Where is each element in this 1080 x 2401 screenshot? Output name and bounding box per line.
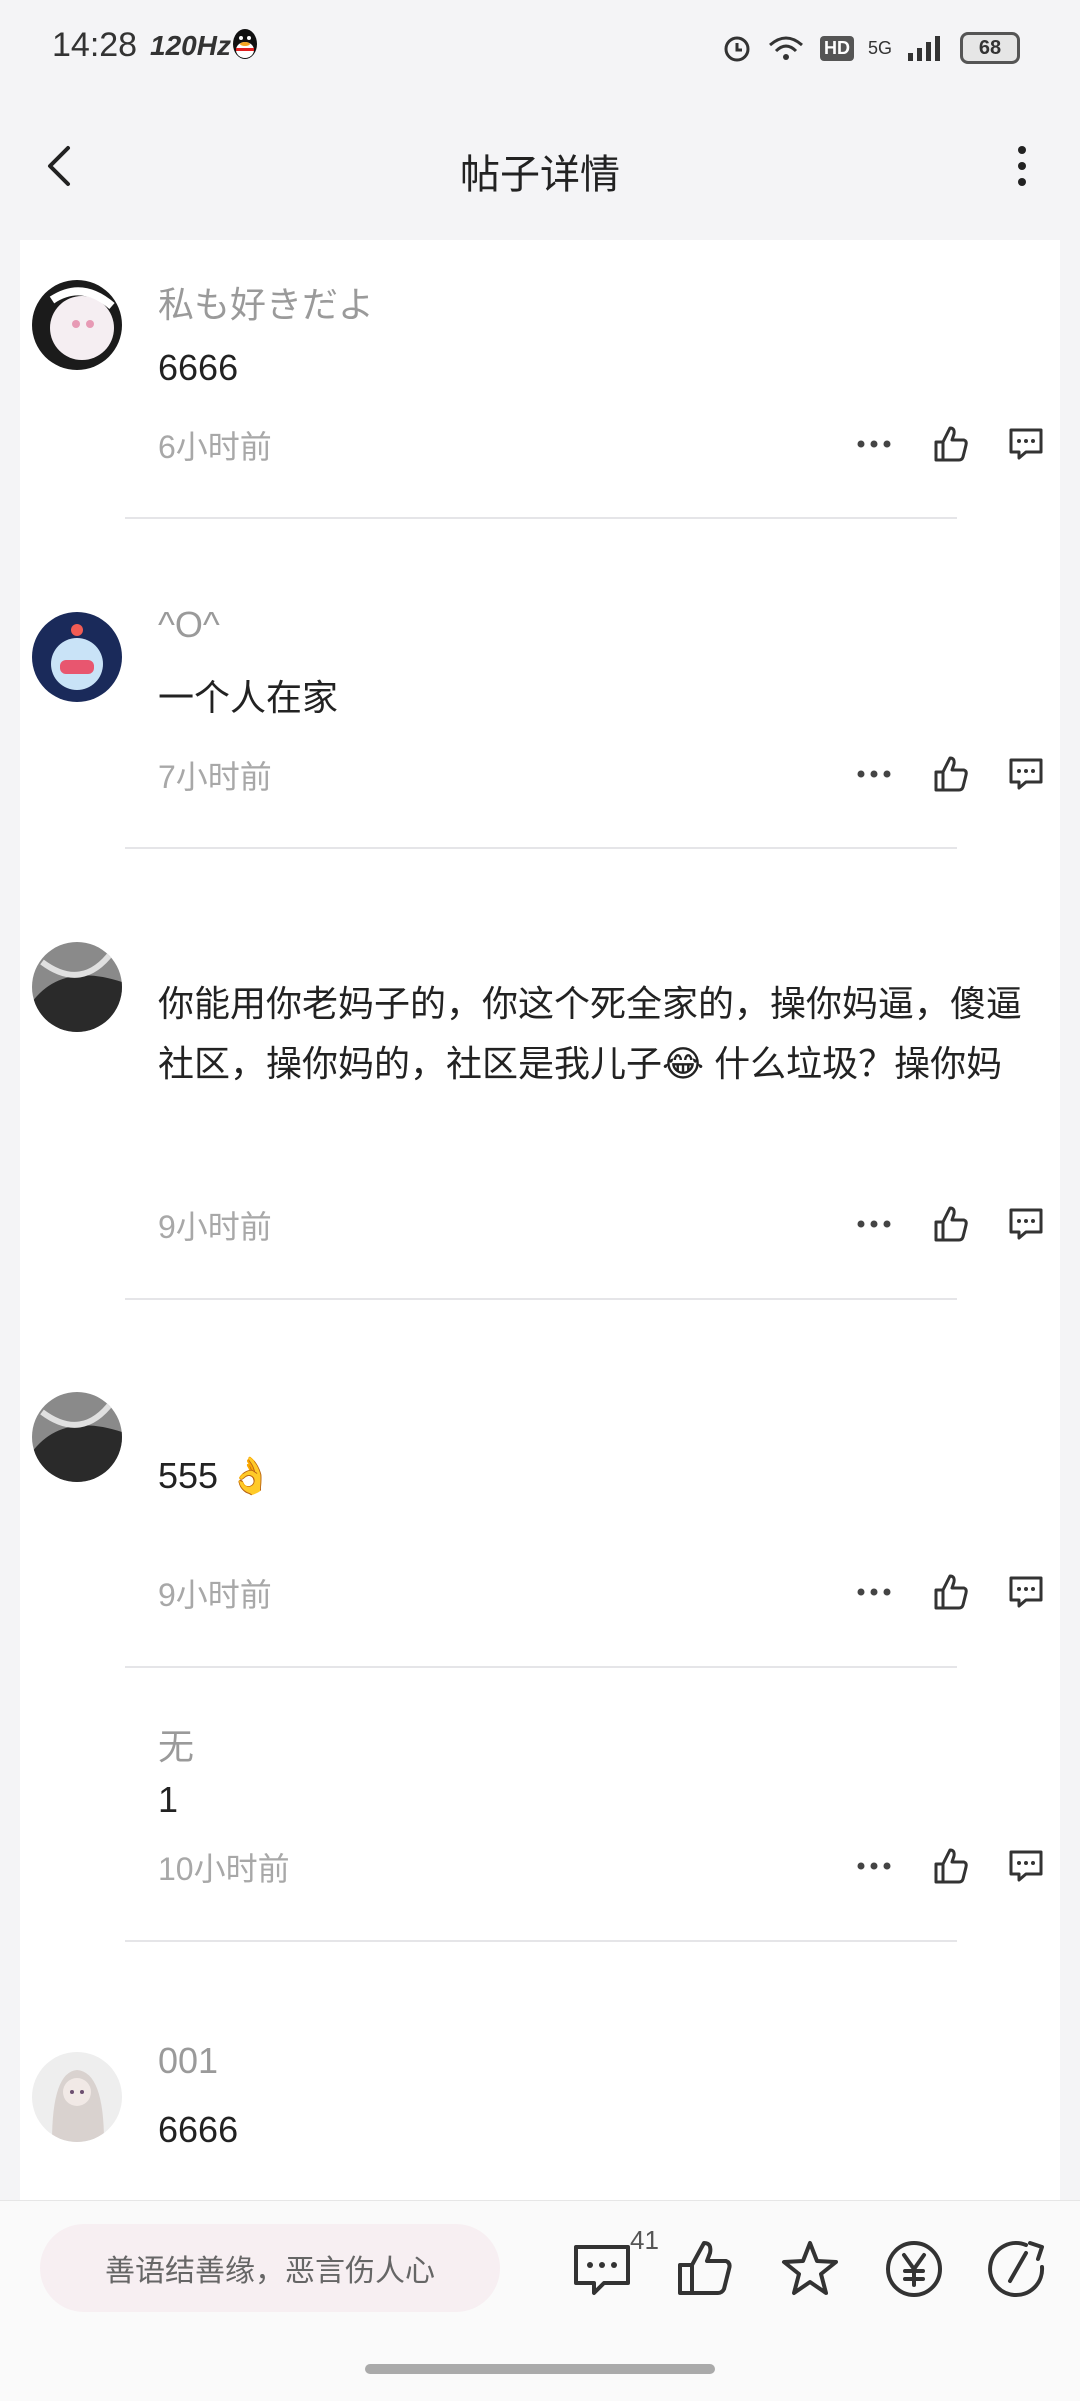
reply-icon[interactable]	[1002, 1568, 1050, 1616]
ellipsis-icon[interactable]	[850, 1568, 898, 1616]
comment-actions	[850, 1200, 1050, 1248]
like-icon[interactable]	[926, 750, 974, 798]
comment-author[interactable]: ^O^	[158, 604, 220, 646]
comment-actions	[850, 1842, 1050, 1890]
signal-icon	[908, 36, 940, 61]
avatar[interactable]	[32, 612, 122, 702]
battery-level: 68	[960, 32, 1020, 64]
comment-input[interactable]: 善语结善缘，恶言伤人心	[40, 2224, 500, 2312]
divider	[125, 1666, 957, 1668]
more-icon[interactable]	[992, 136, 1052, 196]
avatar[interactable]	[32, 1392, 122, 1482]
avatar[interactable]	[32, 280, 122, 370]
comment-time: 9小时前	[158, 1577, 272, 1613]
comment-text: 555 👌	[158, 1455, 273, 1496]
like-icon[interactable]	[926, 1200, 974, 1248]
comment-icon[interactable]	[570, 2237, 634, 2301]
comment-time: 6小时前	[158, 429, 272, 465]
comment-time: 9小时前	[158, 1209, 272, 1245]
comment-actions	[850, 1568, 1050, 1616]
network-type: 5G	[867, 37, 892, 58]
page-title: 帖子详情	[460, 153, 620, 197]
hd-badge: HD	[819, 35, 854, 61]
qq-icon	[233, 29, 257, 59]
comment-count: 41	[630, 2225, 659, 2255]
divider	[125, 1298, 957, 1300]
ellipsis-icon[interactable]	[850, 1200, 898, 1248]
comment-text: 1	[158, 1779, 179, 1820]
comment-author[interactable]: 无	[158, 1718, 194, 1770]
refresh-rate: 120Hz	[150, 30, 231, 61]
like-icon[interactable]	[926, 1842, 974, 1890]
like-icon[interactable]	[672, 2237, 736, 2301]
status-bar: 14:28 120Hz HD 5G 68	[0, 0, 1080, 96]
comment-actions	[850, 420, 1050, 468]
comment-time: 10小时前	[158, 1851, 290, 1887]
reply-icon[interactable]	[1002, 1842, 1050, 1890]
reply-icon[interactable]	[1002, 420, 1050, 468]
divider	[125, 517, 957, 519]
comment-text: 6666	[158, 347, 239, 388]
ellipsis-icon[interactable]	[850, 750, 898, 798]
comment-time: 7小时前	[158, 759, 272, 795]
reply-icon[interactable]	[1002, 1200, 1050, 1248]
share-icon[interactable]	[986, 2237, 1050, 2301]
title-bar: 帖子详情	[0, 96, 1080, 240]
alarm-icon	[724, 36, 750, 62]
comment-author[interactable]: 001	[158, 2040, 218, 2082]
comment-text: 你能用你老妈子的，你这个死全家的，操你妈逼，傻逼社区，操你妈的，社区是我儿子😂 …	[158, 983, 1023, 1084]
comment-author[interactable]: 私も好きだよ	[158, 276, 374, 328]
avatar[interactable]	[32, 2052, 122, 2142]
like-icon[interactable]	[926, 1568, 974, 1616]
ellipsis-icon[interactable]	[850, 1842, 898, 1890]
divider	[125, 1940, 957, 1942]
ellipsis-icon[interactable]	[850, 420, 898, 468]
reply-icon[interactable]	[1002, 750, 1050, 798]
comment-text: 一个人在家	[158, 677, 339, 718]
comment-list: 私も好きだよ 6666 6小时前 ^O^ 一个人在家 7小时前 你能用你老妈子的…	[20, 240, 1060, 2200]
divider	[125, 847, 957, 849]
star-icon[interactable]	[778, 2237, 842, 2301]
status-right: HD 5G 68	[722, 28, 1020, 68]
status-time: 14:28	[52, 26, 138, 64]
yuan-icon[interactable]	[882, 2237, 946, 2301]
like-icon[interactable]	[926, 420, 974, 468]
home-indicator[interactable]	[365, 2364, 715, 2374]
wifi-icon	[768, 36, 803, 60]
comment-text: 6666	[158, 2109, 239, 2150]
avatar[interactable]	[32, 942, 122, 1032]
comment-actions	[850, 750, 1050, 798]
